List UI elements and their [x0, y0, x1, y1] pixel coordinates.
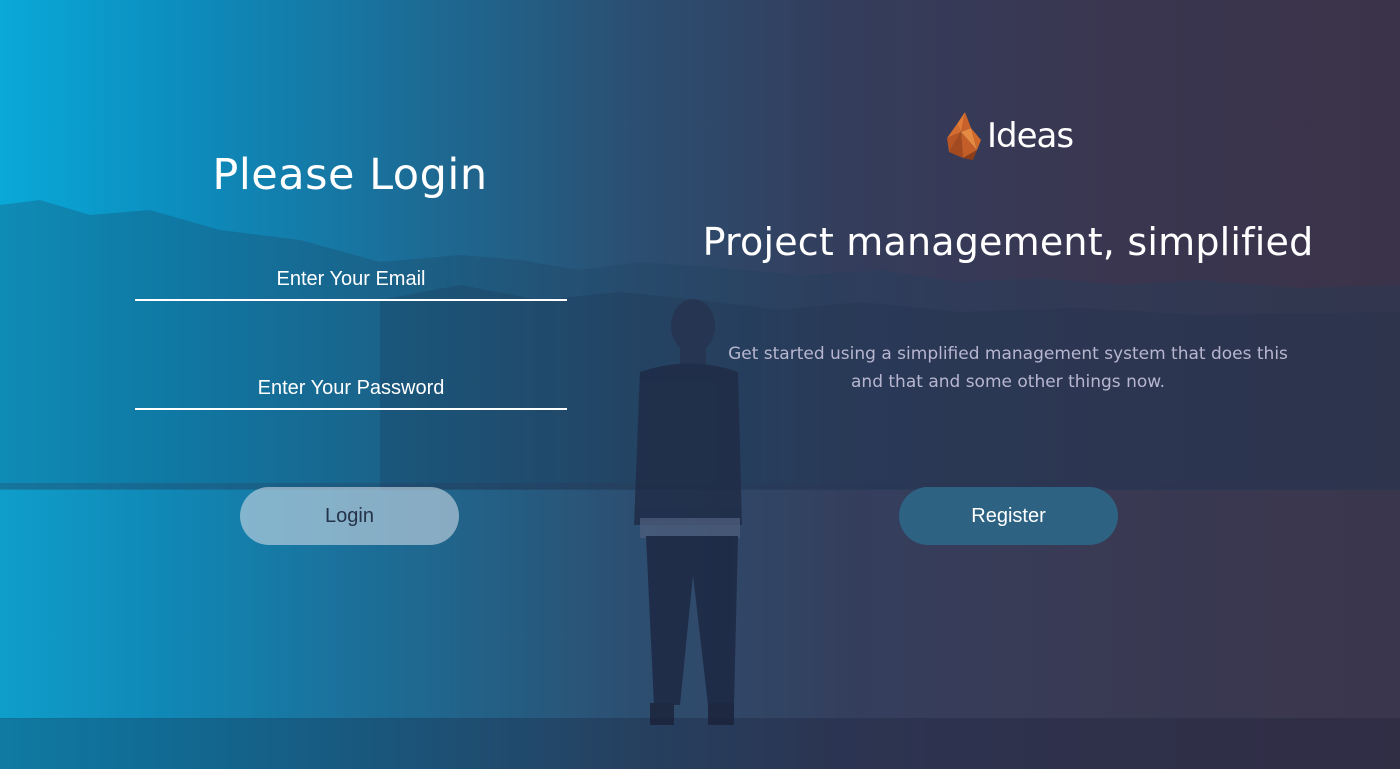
login-button[interactable]: Login [240, 487, 459, 545]
flame-logo-icon [946, 112, 981, 160]
description-text: Get started using a simplified managemen… [728, 344, 1288, 392]
login-panel: Please Login Login [0, 0, 700, 769]
password-field[interactable] [135, 368, 567, 410]
brand-name: Ideas [986, 116, 1074, 156]
login-title: Please Login [212, 150, 488, 200]
email-field[interactable] [135, 259, 567, 301]
brand: Ideas [700, 110, 1316, 162]
promo-panel: Ideas Project management, simplified Get… [700, 0, 1400, 769]
register-button[interactable]: Register [899, 487, 1118, 545]
tagline: Project management, simplified [702, 220, 1314, 264]
login-page: Please Login Login Ideas Project managem… [0, 0, 1400, 769]
